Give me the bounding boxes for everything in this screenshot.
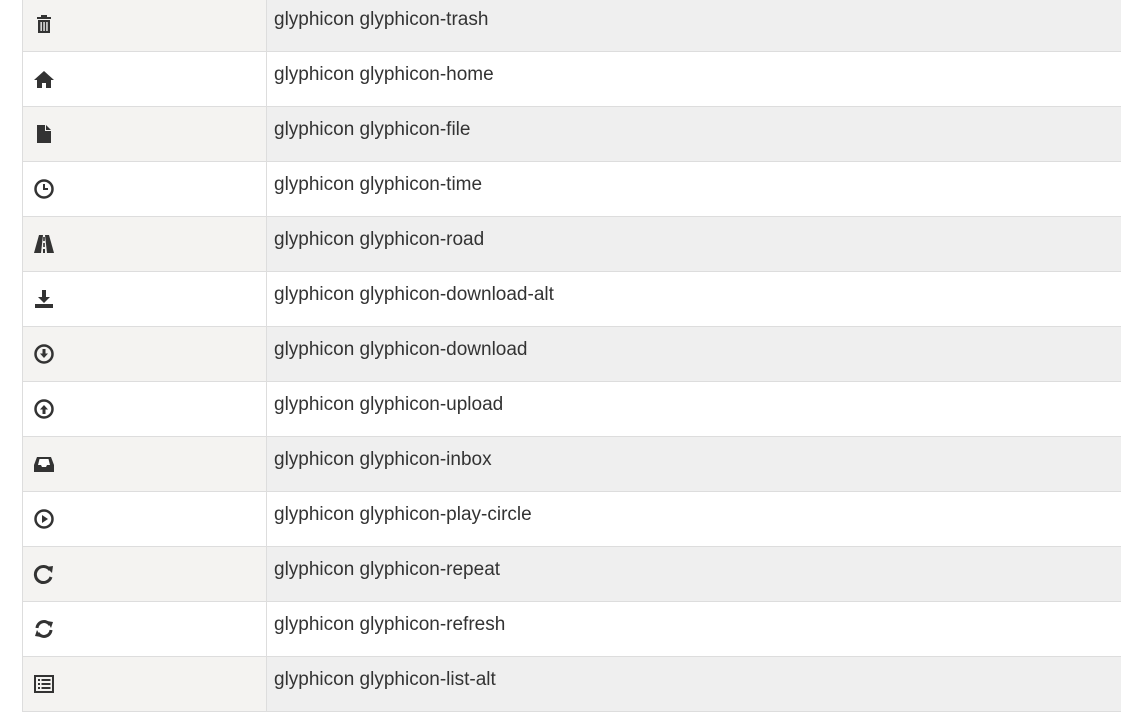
class-name-cell: glyphicon glyphicon-upload [267, 382, 1121, 436]
icon-cell [22, 217, 267, 271]
table-row: glyphicon glyphicon-file [22, 107, 1121, 162]
file-icon [33, 123, 55, 145]
icon-cell [22, 0, 267, 51]
trash-icon [33, 13, 55, 35]
class-name-cell: glyphicon glyphicon-file [267, 107, 1121, 161]
icon-cell [22, 547, 267, 601]
table-row: glyphicon glyphicon-download-alt [22, 272, 1121, 327]
table-row: glyphicon glyphicon-upload [22, 382, 1121, 437]
road-icon [33, 233, 55, 255]
icon-cell [22, 162, 267, 216]
icon-cell [22, 437, 267, 491]
table-row: glyphicon glyphicon-time [22, 162, 1121, 217]
icon-cell [22, 52, 267, 106]
class-name-cell: glyphicon glyphicon-trash [267, 0, 1121, 51]
icon-cell [22, 657, 267, 711]
repeat-icon [33, 563, 55, 585]
table-row: glyphicon glyphicon-list-alt [22, 657, 1121, 712]
home-icon [33, 68, 55, 90]
upload-icon [33, 398, 55, 420]
table-row: glyphicon glyphicon-inbox [22, 437, 1121, 492]
download-icon [33, 343, 55, 365]
icon-cell [22, 382, 267, 436]
inbox-icon [33, 453, 55, 475]
glyphicon-table: glyphicon glyphicon-trash glyphicon glyp… [22, 0, 1121, 712]
class-name-cell: glyphicon glyphicon-repeat [267, 547, 1121, 601]
class-name-cell: glyphicon glyphicon-inbox [267, 437, 1121, 491]
table-row: glyphicon glyphicon-repeat [22, 547, 1121, 602]
table-row: glyphicon glyphicon-road [22, 217, 1121, 272]
icon-cell [22, 107, 267, 161]
table-row: glyphicon glyphicon-refresh [22, 602, 1121, 657]
time-icon [33, 178, 55, 200]
class-name-cell: glyphicon glyphicon-list-alt [267, 657, 1121, 711]
table-row: glyphicon glyphicon-download [22, 327, 1121, 382]
icon-cell [22, 602, 267, 656]
class-name-cell: glyphicon glyphicon-refresh [267, 602, 1121, 656]
class-name-cell: glyphicon glyphicon-download [267, 327, 1121, 381]
icon-cell [22, 327, 267, 381]
icon-cell [22, 272, 267, 326]
class-name-cell: glyphicon glyphicon-home [267, 52, 1121, 106]
class-name-cell: glyphicon glyphicon-time [267, 162, 1121, 216]
class-name-cell: glyphicon glyphicon-road [267, 217, 1121, 271]
class-name-cell: glyphicon glyphicon-play-circle [267, 492, 1121, 546]
table-row: glyphicon glyphicon-home [22, 52, 1121, 107]
play-circle-icon [33, 508, 55, 530]
class-name-cell: glyphicon glyphicon-download-alt [267, 272, 1121, 326]
table-row: glyphicon glyphicon-play-circle [22, 492, 1121, 547]
table-row: glyphicon glyphicon-trash [22, 0, 1121, 52]
refresh-icon [33, 618, 55, 640]
list-alt-icon [33, 673, 55, 695]
download-alt-icon [33, 288, 55, 310]
icon-cell [22, 492, 267, 546]
